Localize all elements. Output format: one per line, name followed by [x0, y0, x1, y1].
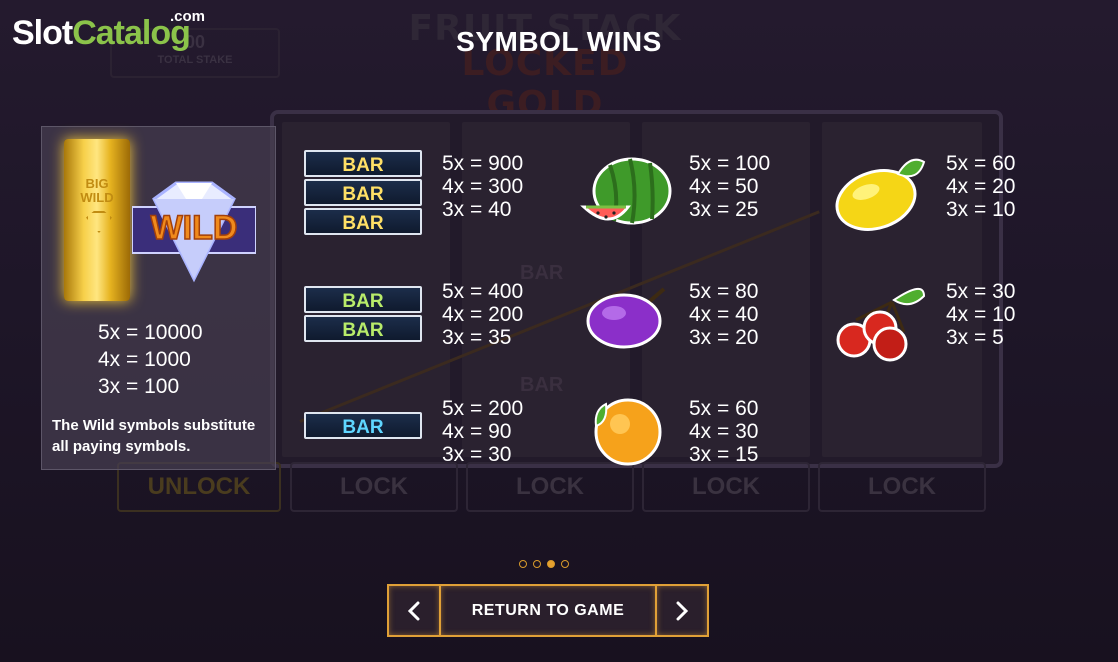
- bar-icon: BAR: [304, 179, 422, 206]
- bar-icon: BAR: [304, 412, 422, 439]
- page-dot[interactable]: [519, 560, 527, 568]
- pay-3x: 3x = 40: [442, 198, 512, 221]
- watermelon-paytable: 5x = 100 4x = 50 3x = 25: [689, 152, 770, 221]
- wild-diamond-icon: WILD: [132, 181, 256, 283]
- lock-button: LOCK: [818, 462, 986, 512]
- page-dot[interactable]: [533, 560, 541, 568]
- wild-pay-4x: 4x = 1000: [98, 348, 191, 371]
- pay-5x: 5x = 200: [442, 397, 524, 420]
- page-dot-active[interactable]: [547, 560, 555, 568]
- pay-5x: 5x = 900: [442, 152, 524, 175]
- pay-4x: 4x = 20: [946, 175, 1016, 198]
- big-wild-gold-bar-icon: BIG WILD: [64, 139, 130, 301]
- pay-5x: 5x = 60: [946, 152, 1016, 175]
- page-indicator: [519, 560, 569, 568]
- bar-icon: BAR: [304, 208, 422, 235]
- pay-4x: 4x = 200: [442, 303, 524, 326]
- page-dot[interactable]: [561, 560, 569, 568]
- lemon-paytable: 5x = 60 4x = 20 3x = 10: [946, 152, 1015, 221]
- cherries-paytable: 5x = 30 4x = 10 3x = 5: [946, 280, 1015, 349]
- page-title: SYMBOL WINS: [456, 26, 662, 57]
- wild-pay-5x: 5x = 10000: [98, 321, 203, 344]
- orange-icon: [594, 398, 662, 466]
- triple-bar-paytable: 5x = 900 4x = 300 3x = 40: [442, 152, 523, 221]
- previous-page-button[interactable]: [387, 584, 441, 637]
- reel-symbol-bar: BAR: [520, 374, 564, 396]
- pay-5x: 5x = 60: [689, 397, 759, 420]
- single-bar-symbol: BAR: [304, 412, 422, 441]
- wild-gem-text: WILD: [151, 209, 238, 247]
- plum-icon: [586, 287, 666, 349]
- pay-4x: 4x = 90: [442, 420, 512, 443]
- double-bar-symbol: BAR BAR: [304, 286, 422, 344]
- pay-3x: 3x = 35: [442, 326, 512, 349]
- pay-5x: 5x = 400: [442, 280, 524, 303]
- lock-button: LOCK: [290, 462, 458, 512]
- brand-com: .com: [170, 8, 206, 25]
- chevron-right-icon: [676, 601, 689, 620]
- lock-button: LOCK: [466, 462, 634, 512]
- pay-4x: 4x = 30: [689, 420, 759, 443]
- bar-icon: BAR: [304, 150, 422, 177]
- return-to-game-button[interactable]: RETURN TO GAME: [441, 584, 655, 637]
- orange-paytable: 5x = 60 4x = 30 3x = 15: [689, 397, 758, 466]
- single-bar-paytable: 5x = 200 4x = 90 3x = 30: [442, 397, 523, 466]
- next-page-button[interactable]: [655, 584, 709, 637]
- double-bar-paytable: 5x = 400 4x = 200 3x = 35: [442, 280, 523, 349]
- pay-3x: 3x = 30: [442, 443, 512, 466]
- lock-button: LOCK: [642, 462, 810, 512]
- pay-4x: 4x = 40: [689, 303, 759, 326]
- watermelon-icon: [580, 157, 672, 225]
- triple-bar-symbol: BAR BAR BAR: [304, 150, 422, 237]
- wild-info-panel: BIG WILD WILD 5x = 10000 4x = 1000 3x = …: [41, 126, 276, 470]
- pay-4x: 4x = 10: [946, 303, 1016, 326]
- lemon-icon: [835, 158, 926, 231]
- pay-3x: 3x = 20: [689, 326, 759, 349]
- big-wild-label-line1: BIG: [85, 176, 109, 191]
- pay-3x: 3x = 15: [689, 443, 759, 466]
- bar-icon: BAR: [304, 286, 422, 313]
- pay-5x: 5x = 30: [946, 280, 1016, 303]
- pay-3x: 3x = 5: [946, 326, 1004, 349]
- reel-symbol-bar: BAR: [520, 262, 564, 284]
- pay-3x: 3x = 10: [946, 198, 1016, 221]
- cherries-icon: [836, 288, 926, 362]
- wild-description: The Wild symbols substitute all paying s…: [52, 417, 256, 455]
- diamond-engraving-icon: [86, 211, 112, 233]
- wild-paytable: 5x = 10000 4x = 1000 3x = 100: [98, 319, 203, 400]
- chevron-left-icon: [407, 601, 420, 620]
- pay-5x: 5x = 100: [689, 152, 771, 175]
- plum-paytable: 5x = 80 4x = 40 3x = 20: [689, 280, 758, 349]
- pay-4x: 4x = 300: [442, 175, 524, 198]
- big-wild-label: BIG WILD: [64, 177, 130, 205]
- pay-5x: 5x = 80: [689, 280, 759, 303]
- wild-pay-3x: 3x = 100: [98, 375, 180, 398]
- pay-3x: 3x = 25: [689, 198, 759, 221]
- bar-icon: BAR: [304, 315, 422, 342]
- pay-4x: 4x = 50: [689, 175, 759, 198]
- big-wild-label-line2: WILD: [80, 190, 114, 205]
- help-navigation: RETURN TO GAME: [387, 584, 709, 637]
